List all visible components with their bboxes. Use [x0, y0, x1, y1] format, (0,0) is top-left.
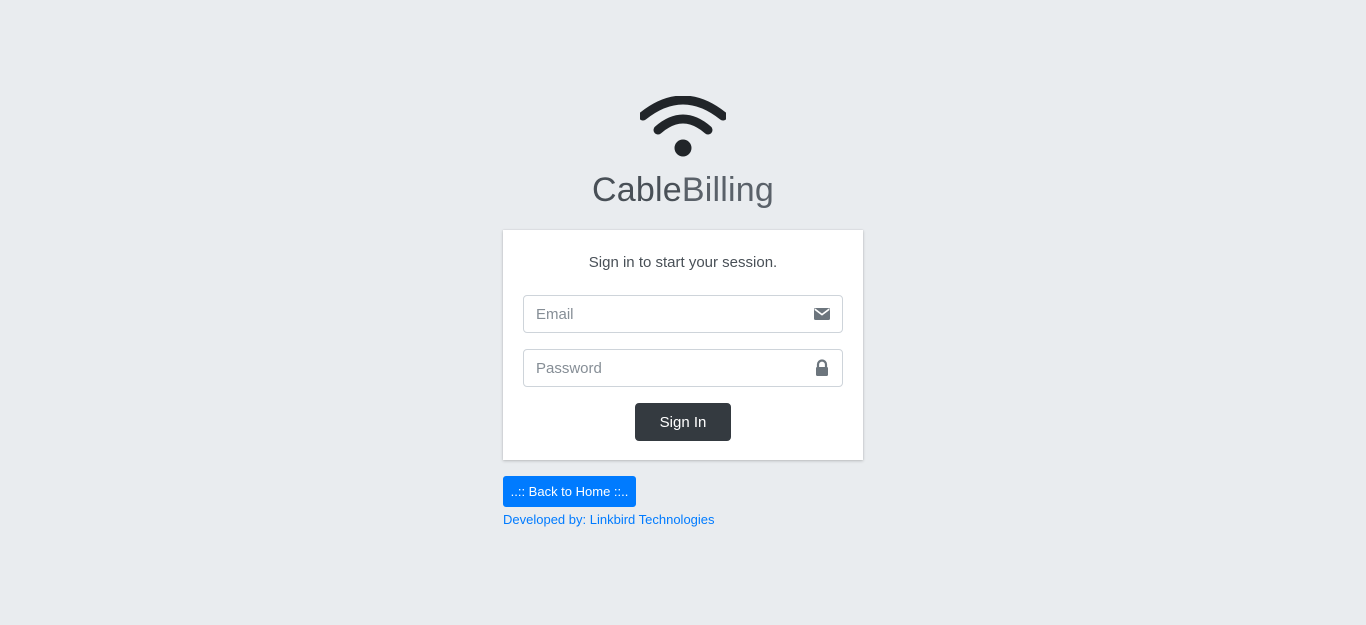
login-card: Sign in to start your session. Sign In: [503, 230, 863, 460]
sign-in-button[interactable]: Sign In: [635, 403, 731, 441]
envelope-icon: [814, 308, 830, 320]
password-group: [523, 349, 843, 387]
wifi-icon: [640, 96, 726, 157]
submit-row: Sign In: [523, 403, 843, 441]
email-group: [523, 295, 843, 333]
developer-link[interactable]: Linkbird Technologies: [590, 512, 715, 527]
brand-part-cable: Cable: [592, 171, 682, 209]
developer-prefix: Developed by:: [503, 512, 590, 527]
developer-credit: Developed by: Linkbird Technologies: [503, 511, 715, 529]
logo: CableBilling: [503, 96, 863, 210]
back-to-home-button[interactable]: ..:: Back to Home ::..: [503, 476, 636, 507]
lock-icon: [816, 359, 828, 376]
login-message: Sign in to start your session.: [588, 254, 778, 271]
brand-name: CableBilling: [503, 170, 863, 210]
password-input[interactable]: [524, 350, 804, 386]
login-page: CableBilling Sign in to start your sessi…: [0, 0, 1366, 625]
email-input[interactable]: [524, 296, 804, 332]
brand-part-billing: Billing: [681, 171, 774, 209]
